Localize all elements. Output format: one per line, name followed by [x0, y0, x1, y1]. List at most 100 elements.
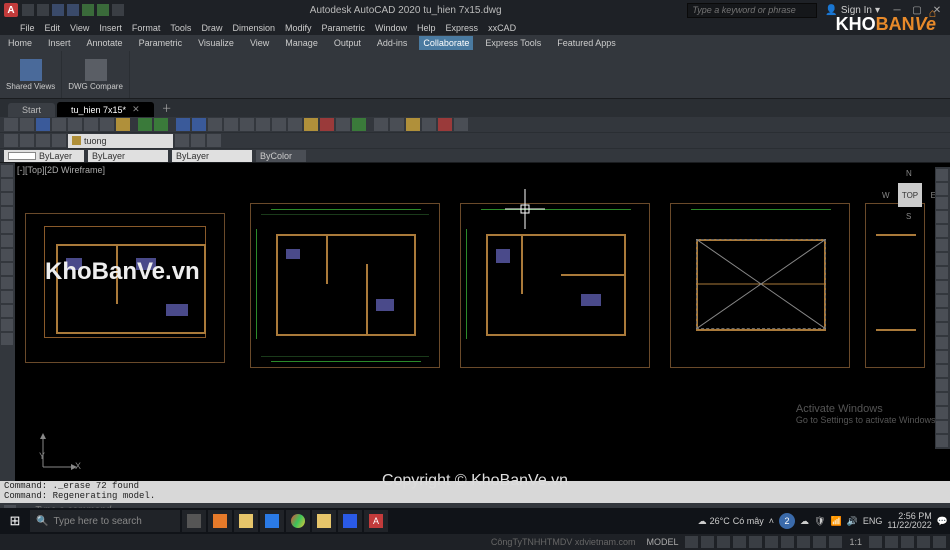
- layer-uniso-icon[interactable]: [207, 134, 221, 147]
- task-chrome-icon[interactable]: [286, 510, 310, 532]
- tb-wblock-icon[interactable]: [422, 118, 436, 131]
- ribbon-tab-home[interactable]: Home: [4, 36, 36, 50]
- tb-sheet-icon[interactable]: [288, 118, 302, 131]
- tray-mail-badge[interactable]: 2: [779, 513, 795, 529]
- tb-area-icon[interactable]: [320, 118, 334, 131]
- model-viewport[interactable]: [-][Top][2D Wireframe] KhoBanVe.vn: [15, 163, 950, 481]
- tool-text-icon[interactable]: [1, 263, 13, 275]
- tool-table-icon[interactable]: [1, 291, 13, 303]
- ribbon-tab-visualize[interactable]: Visualize: [194, 36, 238, 50]
- ribbon-dwg-compare[interactable]: DWG Compare: [62, 51, 130, 98]
- viewport-label[interactable]: [-][Top][2D Wireframe]: [17, 165, 105, 175]
- compass-n[interactable]: N: [906, 169, 912, 178]
- ribbon-tab-featured[interactable]: Featured Apps: [553, 36, 620, 50]
- mod-explode-icon[interactable]: [936, 435, 948, 447]
- mod-erase-icon[interactable]: [936, 225, 948, 237]
- menu-modify[interactable]: Modify: [285, 23, 312, 33]
- nav-wheel-icon[interactable]: [936, 169, 948, 181]
- mod-break-icon[interactable]: [936, 379, 948, 391]
- tray-clock[interactable]: 2:56 PM 11/22/2022: [887, 512, 931, 530]
- menu-window[interactable]: Window: [375, 23, 407, 33]
- status-monitor-icon[interactable]: [901, 536, 914, 548]
- mod-stretch-icon[interactable]: [936, 337, 948, 349]
- plotstyle-dropdown[interactable]: ByColor: [256, 150, 306, 162]
- menu-help[interactable]: Help: [417, 23, 436, 33]
- mod-copy-icon[interactable]: [936, 239, 948, 251]
- mod-scale-icon[interactable]: [936, 323, 948, 335]
- tool-pline-icon[interactable]: [1, 179, 13, 191]
- doc-tab-file[interactable]: tu_hien 7x15* ✕: [57, 102, 154, 117]
- color-dropdown[interactable]: ByLayer: [4, 150, 84, 162]
- task-explorer-icon[interactable]: [234, 510, 258, 532]
- tool-rect-icon[interactable]: [1, 221, 13, 233]
- layer-state-icon[interactable]: [4, 134, 18, 147]
- layer-prev-icon[interactable]: [175, 134, 189, 147]
- status-dyn-icon[interactable]: [829, 536, 842, 548]
- mod-mirror-icon[interactable]: [936, 253, 948, 265]
- mod-extend-icon[interactable]: [936, 365, 948, 377]
- task-autocad-icon[interactable]: A: [364, 510, 388, 532]
- ribbon-tab-manage[interactable]: Manage: [281, 36, 322, 50]
- menu-file[interactable]: File: [20, 23, 35, 33]
- tool-hatch-icon[interactable]: [1, 249, 13, 261]
- tray-weather[interactable]: ☁ 26°C Có mây: [698, 516, 764, 527]
- tb-block-icon[interactable]: [390, 118, 404, 131]
- tb-print-icon[interactable]: [52, 118, 66, 131]
- task-edge-icon[interactable]: [260, 510, 284, 532]
- ribbon-tab-collaborate[interactable]: Collaborate: [419, 36, 473, 50]
- menu-draw[interactable]: Draw: [201, 23, 222, 33]
- tray-shield-icon[interactable]: 🛡: [814, 516, 825, 527]
- menu-tools[interactable]: Tools: [170, 23, 191, 33]
- layer-freeze-icon[interactable]: [20, 134, 34, 147]
- menu-parametric[interactable]: Parametric: [322, 23, 366, 33]
- status-snap-icon[interactable]: [701, 536, 714, 548]
- status-otrack-icon[interactable]: [765, 536, 778, 548]
- tool-mtext-icon[interactable]: [1, 333, 13, 345]
- ribbon-tab-addins[interactable]: Add-ins: [373, 36, 412, 50]
- doc-tab-close-icon[interactable]: ✕: [132, 104, 140, 115]
- task-folder-icon[interactable]: [312, 510, 336, 532]
- tb-help-icon[interactable]: [352, 118, 366, 131]
- menu-edit[interactable]: Edit: [45, 23, 61, 33]
- mod-offset-icon[interactable]: [936, 267, 948, 279]
- tb-new-icon[interactable]: [4, 118, 18, 131]
- task-view-icon[interactable]: [182, 510, 206, 532]
- status-osnap-icon[interactable]: [749, 536, 762, 548]
- qat-save-icon[interactable]: [52, 4, 64, 16]
- layer-lock-icon[interactable]: [36, 134, 50, 147]
- view-cube[interactable]: TOP N S E W: [888, 173, 932, 217]
- tb-redo-icon[interactable]: [154, 118, 168, 131]
- tb-cut-icon[interactable]: [68, 118, 82, 131]
- status-polar-icon[interactable]: [733, 536, 746, 548]
- ribbon-tab-express[interactable]: Express Tools: [481, 36, 545, 50]
- tb-purge-icon[interactable]: [438, 118, 452, 131]
- tb-undo-icon[interactable]: [138, 118, 152, 131]
- tb-explode-icon[interactable]: [374, 118, 388, 131]
- tb-zoomwin-icon[interactable]: [224, 118, 238, 131]
- doc-tab-new-icon[interactable]: ＋: [156, 98, 178, 117]
- mod-rotate-icon[interactable]: [936, 309, 948, 321]
- viewcube-face[interactable]: TOP: [898, 183, 922, 207]
- menu-express[interactable]: Express: [446, 23, 479, 33]
- tool-dim-icon[interactable]: [1, 277, 13, 289]
- status-lwt-icon[interactable]: [781, 536, 794, 548]
- tray-notifications-icon[interactable]: 💬: [937, 516, 948, 527]
- ribbon-tab-annotate[interactable]: Annotate: [83, 36, 127, 50]
- tray-volume-icon[interactable]: 🔊: [847, 516, 858, 527]
- layer-iso-icon[interactable]: [191, 134, 205, 147]
- tb-match-icon[interactable]: [116, 118, 130, 131]
- menu-dimension[interactable]: Dimension: [232, 23, 275, 33]
- nav-zoom-icon[interactable]: [936, 197, 948, 209]
- doc-tab-start[interactable]: Start: [8, 103, 55, 117]
- tb-tools-icon[interactable]: [272, 118, 286, 131]
- ribbon-tab-insert[interactable]: Insert: [44, 36, 75, 50]
- menu-view[interactable]: View: [70, 23, 89, 33]
- status-annoscale-icon[interactable]: [869, 536, 882, 548]
- linetype-dropdown[interactable]: ByLayer: [172, 150, 252, 162]
- status-model-label[interactable]: MODEL: [642, 537, 682, 547]
- ribbon-shared-views[interactable]: Shared Views: [0, 51, 62, 98]
- tb-zoomext-icon[interactable]: [208, 118, 222, 131]
- menu-format[interactable]: Format: [132, 23, 161, 33]
- tb-save-icon[interactable]: [36, 118, 50, 131]
- ribbon-tab-view[interactable]: View: [246, 36, 273, 50]
